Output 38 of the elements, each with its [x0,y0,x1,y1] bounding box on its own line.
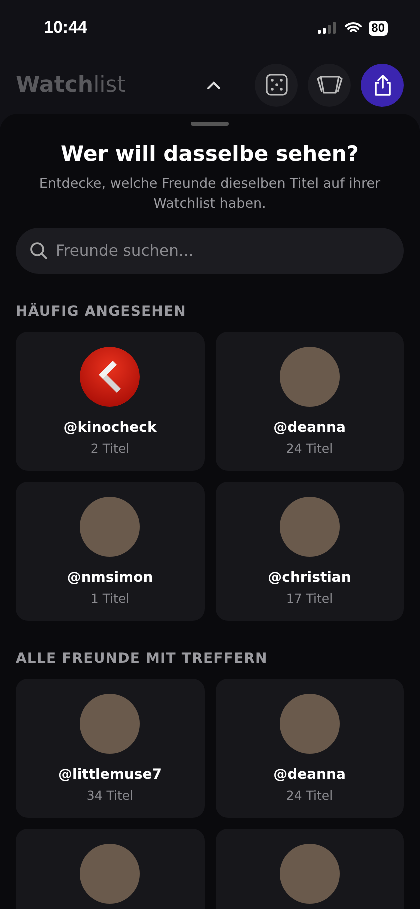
share-icon [374,74,392,96]
friend-username: @kinocheck [64,420,157,436]
friend-username: @christian [268,570,352,586]
cards-button[interactable] [308,64,351,106]
friend-username: @deanna [274,767,346,783]
status-time: 10:44 [44,18,88,38]
friend-card[interactable]: @christian 17 Titel [216,482,404,621]
search-icon [30,242,48,260]
share-button[interactable] [361,64,404,106]
friend-username: @deanna [274,420,346,436]
section-heading: HÄUFIG ANGESEHEN [16,304,188,320]
friend-username: @littlemuse7 [58,767,162,783]
sheet-subtitle: Entdecke, welche Freunde dieselben Titel auf ihrer Watchlist haben. [38,175,382,214]
section-heading: ALLE FREUNDE MIT TREFFERN [16,651,269,667]
title-count: 24 Titel [286,441,334,456]
friend-card[interactable]: @deanna 24 Titel [216,332,404,471]
chevron-up-icon [207,80,221,90]
title-count: 34 Titel [86,788,134,803]
dice-icon [266,74,288,96]
battery-indicator: 80 [368,20,388,36]
sheet-title: Wer will dasselbe sehen? [60,142,360,166]
friend-card[interactable]: @nmsimon 1 Titel [16,482,204,621]
title-count: 1 Titel [90,591,130,606]
drag-handle[interactable] [191,122,229,126]
dice-button[interactable] [255,64,298,106]
friend-card[interactable]: @kinocheck 2 Titel [16,332,204,471]
search-field[interactable]: Freunde suchen... [16,228,404,274]
cards-icon [316,75,342,95]
signal-icon [318,22,338,34]
title-count: 24 Titel [286,788,334,803]
title-count: 17 Titel [286,591,334,606]
page-title: Watchlist [16,72,127,98]
friend-card[interactable]: @littlemuse7 34 Titel [16,679,204,818]
title-count: 2 Titel [90,441,130,456]
avatar-logo-icon [80,347,140,407]
friend-username: @nmsimon [67,570,154,586]
wifi-icon [344,22,362,34]
friend-card[interactable]: @deanna 24 Titel [216,679,404,818]
